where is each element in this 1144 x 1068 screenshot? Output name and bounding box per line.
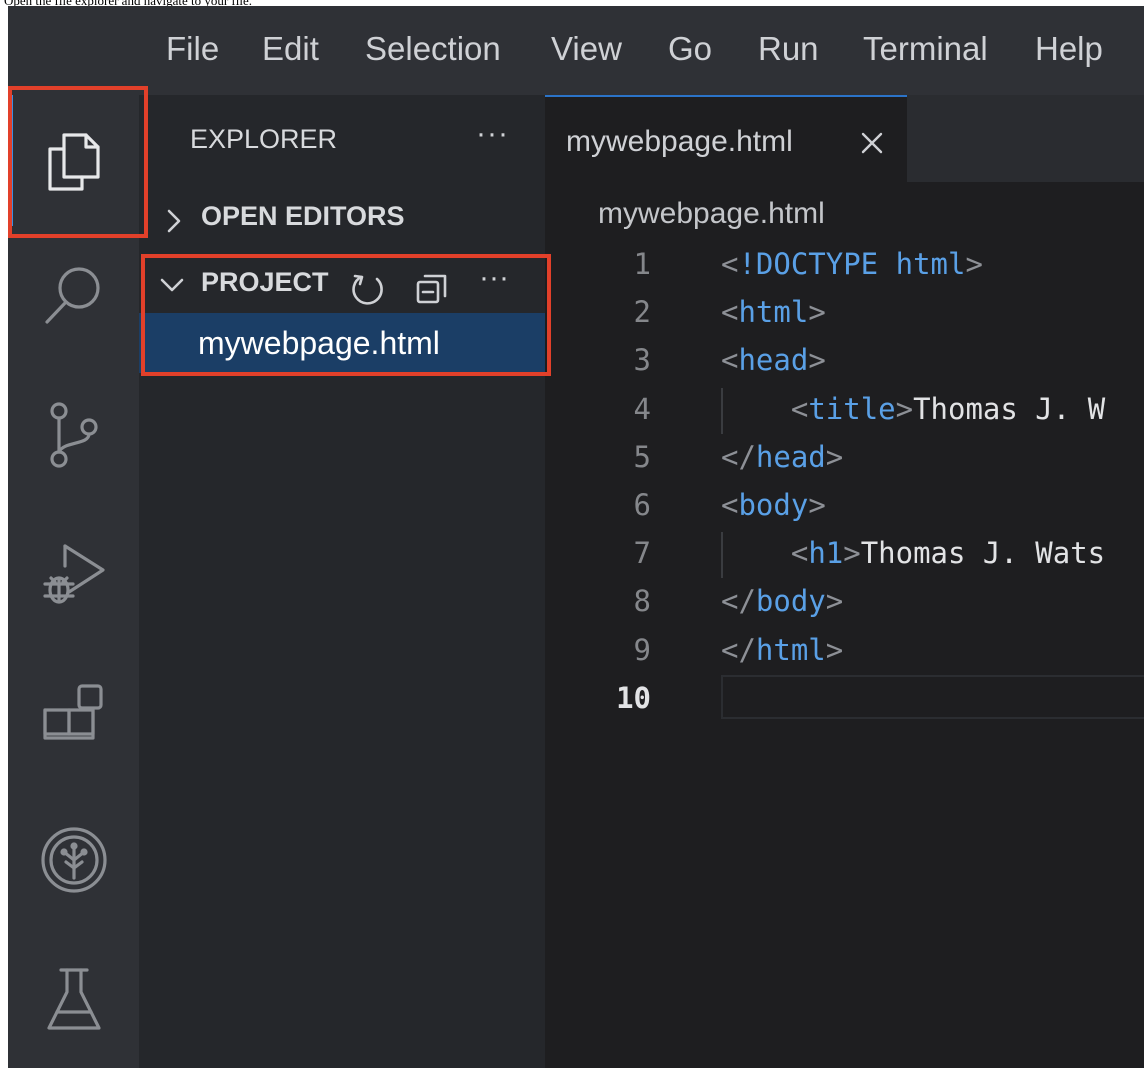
open-editors-section[interactable]: OPEN EDITORS: [201, 201, 405, 232]
explorer-title: EXPLORER: [190, 124, 338, 154]
tab-mywebpage[interactable]: mywebpage.html: [545, 95, 907, 182]
line-number: 10: [616, 681, 651, 715]
run-debug-button[interactable]: [8, 515, 139, 635]
editor-area: mywebpage.html mywebpage.html 1 <!DOCTYPE…: [545, 95, 1144, 1068]
testing-icon: [46, 968, 101, 1030]
menu-edit[interactable]: Edit: [262, 30, 319, 68]
menu-go[interactable]: Go: [668, 30, 712, 68]
code-line: <head>: [721, 343, 826, 377]
activity-bar: [8, 95, 139, 1068]
code-line: </head>: [721, 440, 844, 474]
line-number: 2: [633, 295, 651, 329]
close-icon[interactable]: [859, 130, 885, 156]
line-number: 4: [633, 392, 651, 426]
line-number: 7: [633, 536, 651, 570]
tree-icon: [40, 827, 107, 893]
line-number: 6: [633, 488, 651, 522]
testing-button[interactable]: [8, 940, 139, 1060]
menu-view[interactable]: View: [551, 30, 622, 68]
code-line: </html>: [721, 633, 844, 667]
line-number: 9: [633, 633, 651, 667]
menu-file[interactable]: File: [166, 30, 219, 68]
menu-bar: File Edit Selection View Go Run Terminal…: [8, 6, 1144, 95]
indent-guide: [721, 532, 723, 578]
search-icon: [44, 267, 100, 324]
line-number: 3: [633, 343, 651, 377]
tab-label: mywebpage.html: [566, 125, 793, 158]
search-button[interactable]: [8, 235, 139, 355]
menu-run[interactable]: Run: [758, 30, 819, 68]
code-line: <body>: [721, 488, 826, 522]
menu-help[interactable]: Help: [1035, 30, 1103, 68]
source-control-icon: [49, 402, 98, 468]
vscode-window: File Edit Selection View Go Run Terminal…: [8, 6, 1144, 1068]
code-line: <h1>Thomas J. Wats: [721, 536, 1106, 570]
code-line: <title>Thomas J. W: [721, 392, 1106, 426]
explorer-more-actions[interactable]: ···: [476, 117, 509, 151]
code-line: </body>: [721, 584, 844, 618]
extensions-icon: [42, 684, 103, 740]
current-line-highlight: [721, 675, 1144, 719]
code-line: <!DOCTYPE html>: [721, 247, 983, 281]
run-debug-icon: [42, 544, 105, 604]
line-number: 8: [633, 584, 651, 618]
highlight-project-file: [141, 254, 551, 376]
line-number: 1: [633, 247, 651, 281]
extensions-button[interactable]: [8, 655, 139, 775]
indent-guide: [721, 388, 723, 434]
menu-terminal[interactable]: Terminal: [863, 30, 988, 68]
chevron-right-icon[interactable]: [166, 208, 182, 234]
line-number: 5: [633, 440, 651, 474]
source-control-button[interactable]: [8, 375, 139, 495]
tree-extension-button[interactable]: [8, 800, 139, 920]
highlight-explorer-icon: [8, 86, 148, 238]
menu-selection[interactable]: Selection: [365, 30, 501, 68]
tab-strip: mywebpage.html: [545, 95, 1144, 182]
breadcrumb[interactable]: mywebpage.html: [598, 197, 825, 231]
explorer-sidebar: EXPLORER ··· OPEN EDITORS PROJECT ··· my…: [139, 95, 545, 1068]
code-line: <html>: [721, 295, 826, 329]
